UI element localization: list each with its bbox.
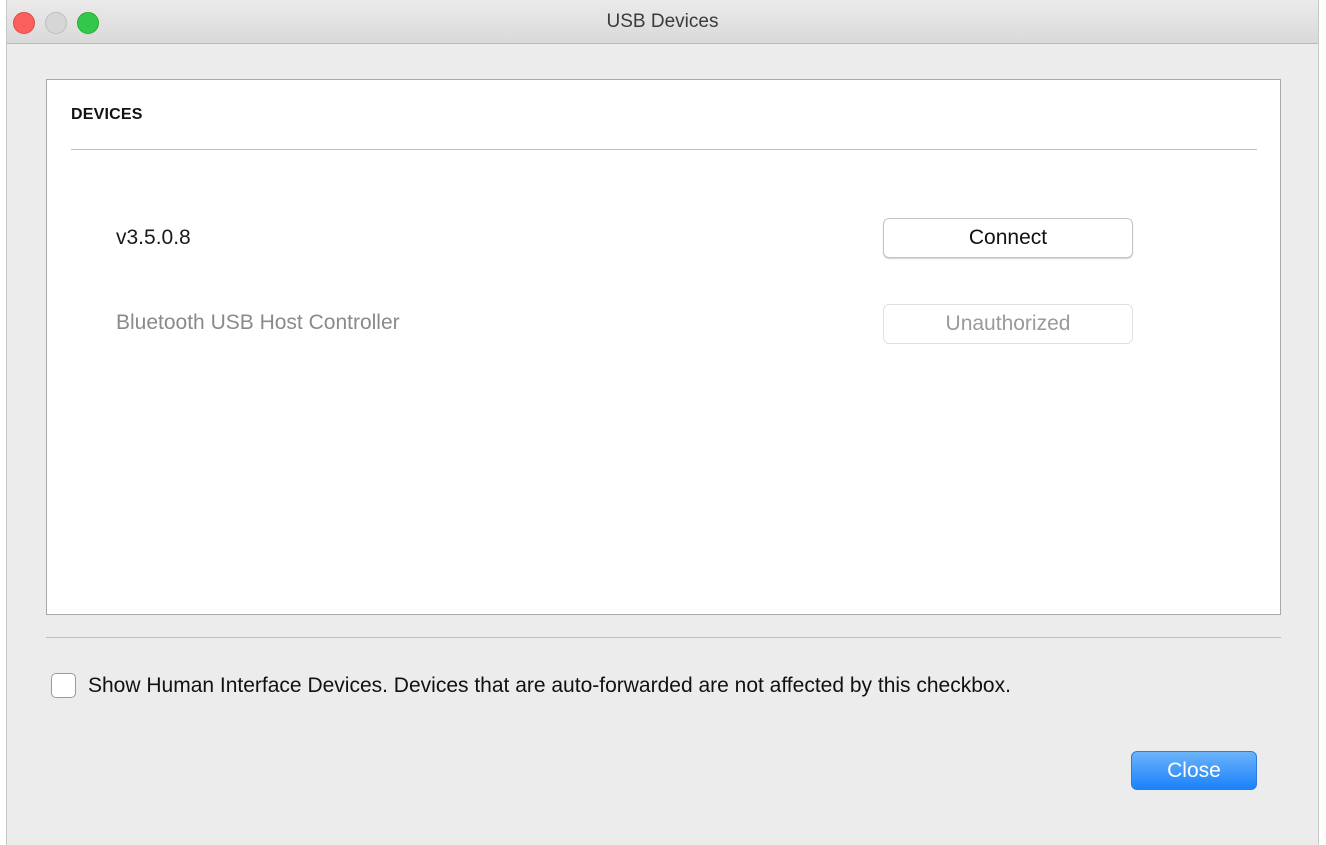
devices-panel: DEVICES v3.5.0.8 Connect Bluetooth USB H… (46, 79, 1281, 615)
show-hid-label[interactable]: Show Human Interface Devices. Devices th… (88, 674, 1011, 698)
devices-header: DEVICES (71, 106, 143, 123)
title-bar[interactable]: USB Devices (7, 0, 1318, 44)
device-name-v3508: v3.5.0.8 (116, 226, 191, 249)
device-name-bluetooth-host-controller: Bluetooth USB Host Controller (116, 311, 400, 334)
header-divider (71, 149, 1257, 150)
window-title: USB Devices (606, 11, 719, 32)
connect-button[interactable]: Connect (883, 218, 1133, 258)
show-hid-checkbox[interactable] (51, 673, 76, 698)
options-divider (46, 637, 1281, 638)
usb-devices-window: USB Devices DEVICES v3.5.0.8 Connect Blu… (6, 0, 1319, 845)
unauthorized-button: Unauthorized (883, 304, 1133, 344)
close-button[interactable]: Close (1131, 751, 1257, 790)
